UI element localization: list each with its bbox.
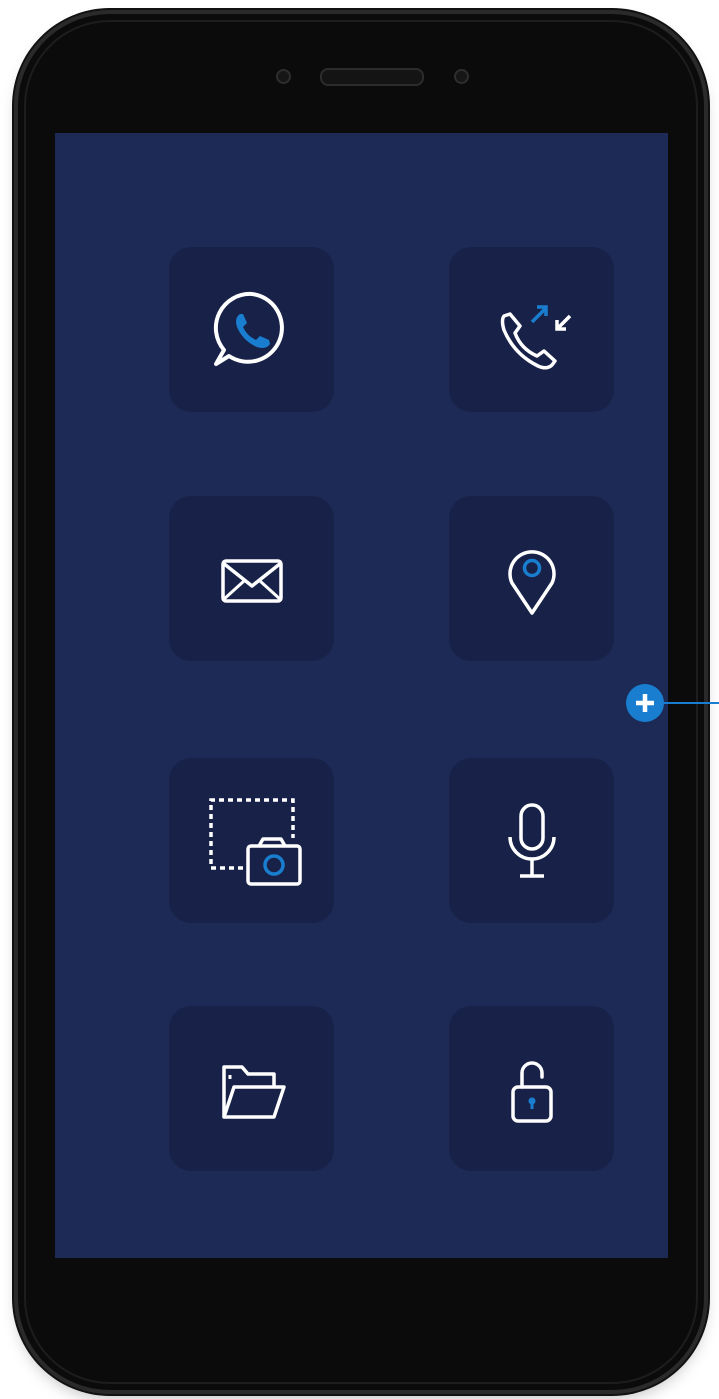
earpiece-speaker bbox=[320, 68, 424, 86]
microphone-icon bbox=[507, 802, 556, 878]
proximity-sensor-icon bbox=[454, 69, 469, 84]
mail-icon bbox=[220, 558, 283, 603]
phone-screen bbox=[55, 133, 668, 1258]
screenshot-camera-icon bbox=[208, 797, 302, 886]
location-tile[interactable] bbox=[449, 496, 614, 661]
location-pin-icon bbox=[507, 549, 556, 615]
add-callout-button[interactable] bbox=[626, 684, 664, 722]
call-log-icon bbox=[500, 304, 571, 369]
folder-tile[interactable] bbox=[169, 1006, 334, 1171]
folder-icon bbox=[221, 1064, 286, 1119]
plus-icon bbox=[636, 694, 654, 712]
unlock-icon bbox=[510, 1060, 553, 1123]
unlock-tile[interactable] bbox=[449, 1006, 614, 1171]
phone-frame bbox=[18, 14, 704, 1390]
call-log-tile[interactable] bbox=[449, 247, 614, 412]
microphone-tile[interactable] bbox=[449, 758, 614, 923]
screenshot-tile[interactable] bbox=[169, 758, 334, 923]
callout-line bbox=[664, 702, 719, 704]
whatsapp-icon bbox=[213, 291, 284, 366]
front-camera-icon bbox=[276, 69, 291, 84]
mail-tile[interactable] bbox=[169, 496, 334, 661]
whatsapp-tile[interactable] bbox=[169, 247, 334, 412]
